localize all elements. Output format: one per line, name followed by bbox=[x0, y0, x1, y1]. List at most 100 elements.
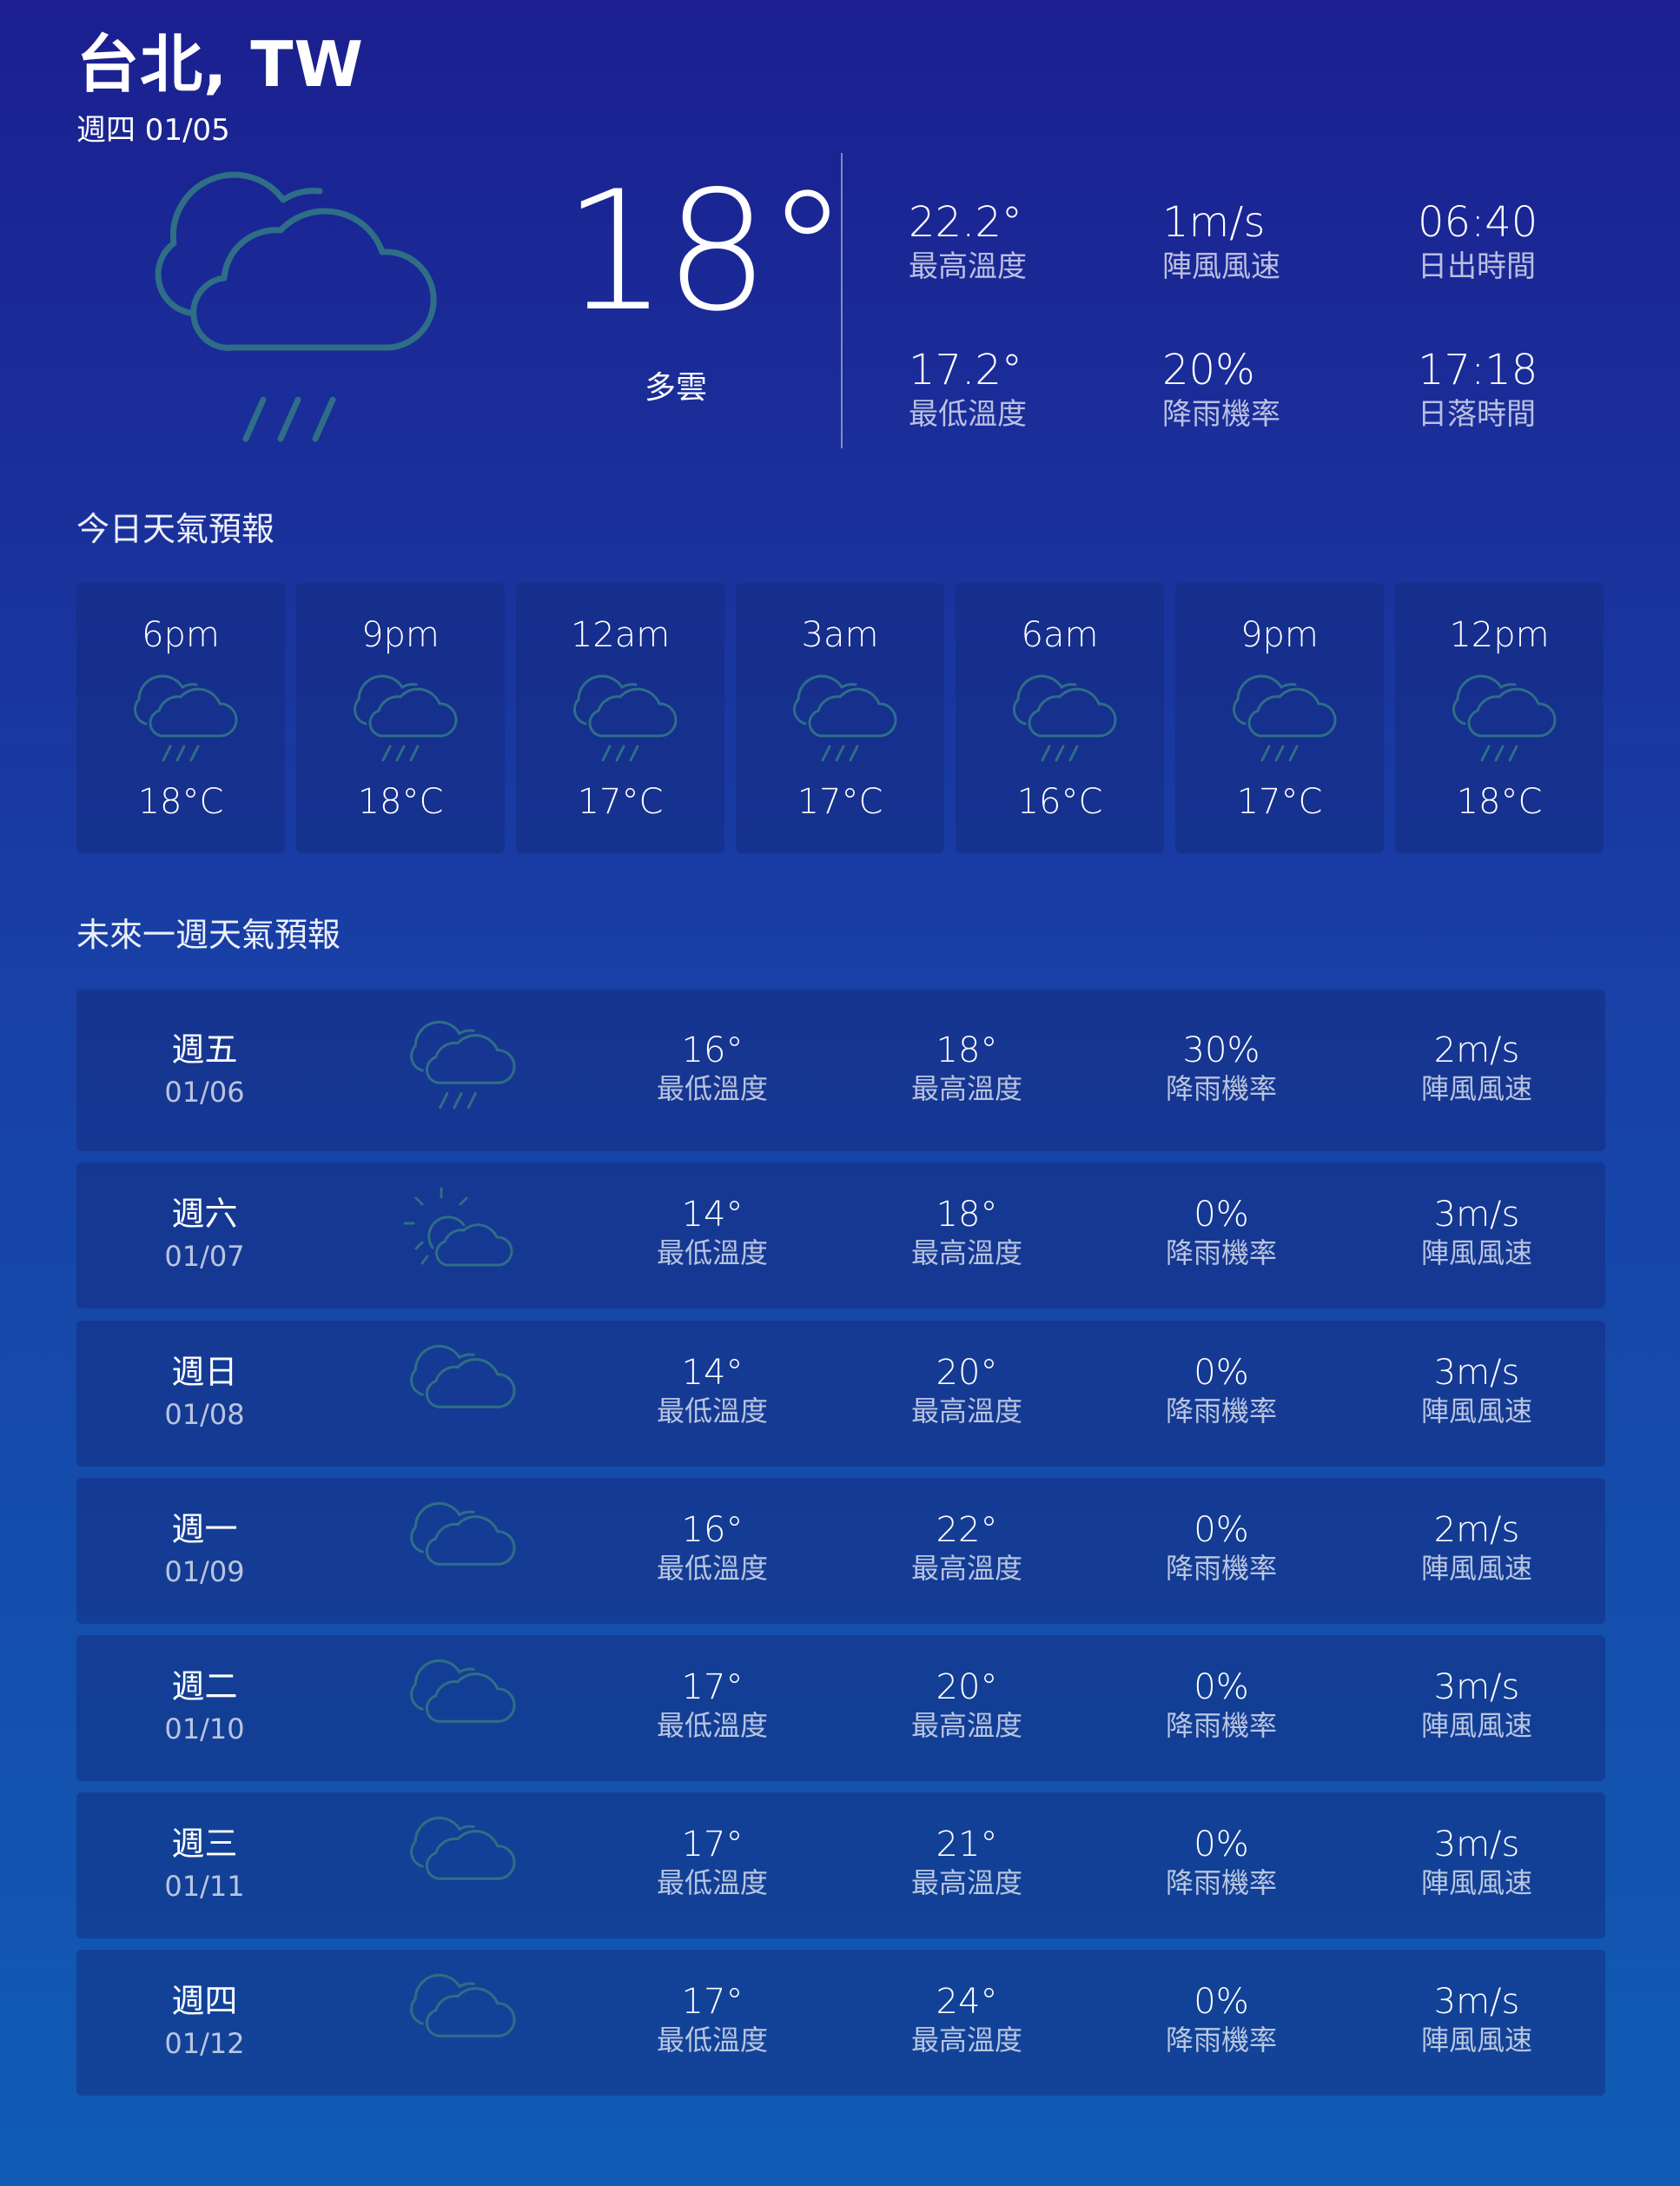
current-date: 週四 01/05 bbox=[76, 113, 230, 148]
stat-sunset: 17:18 日落時間 bbox=[1418, 346, 1661, 433]
week-row: 週六 01/07 14° 最低溫度 18° 最高溫度 0% 降雨機率 3m/s … bbox=[76, 1163, 1605, 1308]
week-day: 週日 bbox=[171, 1353, 238, 1391]
high-value: 21° bbox=[936, 1825, 998, 1865]
high-value: 22° bbox=[936, 1510, 998, 1550]
wind-label: 陣風風速 bbox=[1420, 1709, 1532, 1742]
wind-label: 陣風風速 bbox=[1420, 1236, 1532, 1269]
rain-label: 降雨機率 bbox=[1165, 1866, 1277, 1899]
low-value: 17° bbox=[681, 1825, 744, 1865]
cloud-rain-icon bbox=[1226, 673, 1337, 764]
cloud-rain-icon bbox=[403, 1017, 516, 1113]
week-row: 週二 01/10 17° 最低溫度 20° 最高溫度 0% 降雨機率 3m/s … bbox=[76, 1635, 1605, 1781]
hour-time: 9pm bbox=[1240, 615, 1319, 655]
week-low-temp: 17° 最低溫度 bbox=[617, 1981, 808, 2057]
stat-value: 22.2° bbox=[909, 198, 1022, 247]
high-label: 最高溫度 bbox=[910, 1709, 1022, 1742]
hourly-card: 12am 17°C bbox=[516, 583, 724, 853]
wind-value: 3m/s bbox=[1433, 1982, 1520, 2022]
cloud-rain-icon bbox=[347, 673, 458, 764]
cloud-rain-icon bbox=[566, 673, 678, 764]
rain-label: 降雨機率 bbox=[1165, 1236, 1277, 1269]
cloud-rain-icon bbox=[786, 673, 897, 764]
hour-time: 6am bbox=[1021, 615, 1099, 655]
current-condition: 多雲 bbox=[644, 370, 707, 406]
cloud-rain-icon bbox=[127, 673, 238, 764]
rain-value: 0% bbox=[1194, 1667, 1249, 1707]
week-high-temp: 20° 最高溫度 bbox=[871, 1666, 1062, 1743]
rain-value: 0% bbox=[1194, 1195, 1249, 1235]
week-day: 週一 bbox=[171, 1510, 238, 1548]
wind-value: 3m/s bbox=[1433, 1667, 1520, 1707]
week-low-temp: 16° 最低溫度 bbox=[617, 1509, 808, 1586]
cloud-rain-icon bbox=[1445, 673, 1557, 764]
current-temperature: 18° bbox=[563, 156, 849, 348]
low-label: 最低溫度 bbox=[656, 1866, 768, 1899]
week-row: 週一 01/09 16° 最低溫度 22° 最高溫度 0% 降雨機率 2m/s … bbox=[76, 1478, 1605, 1624]
stat-label: 日出時間 bbox=[1418, 249, 1536, 284]
stat-value: 17:18 bbox=[1418, 346, 1538, 394]
wind-label: 陣風風速 bbox=[1420, 1072, 1532, 1105]
stat-label: 陣風風速 bbox=[1162, 249, 1280, 284]
today-forecast-title: 今日天氣預報 bbox=[76, 510, 275, 548]
high-label: 最高溫度 bbox=[910, 1072, 1022, 1105]
week-date: 01/06 bbox=[164, 1076, 245, 1109]
week-date: 01/08 bbox=[164, 1398, 245, 1431]
wind-value: 3m/s bbox=[1433, 1825, 1520, 1865]
hour-temp: 16°C bbox=[1016, 782, 1103, 822]
stat-gust-speed: 1m/s 陣風風速 bbox=[1162, 198, 1406, 285]
week-low-temp: 17° 最低溫度 bbox=[617, 1666, 808, 1743]
week-row: 週五 01/06 16° 最低溫度 18° 最高溫度 30% 降雨機率 2m/s… bbox=[76, 990, 1605, 1151]
low-label: 最低溫度 bbox=[656, 1072, 768, 1105]
low-label: 最低溫度 bbox=[656, 2024, 768, 2057]
hourly-card: 9pm 17°C bbox=[1175, 583, 1384, 853]
rain-value: 0% bbox=[1194, 1510, 1249, 1550]
wind-label: 陣風風速 bbox=[1420, 1866, 1532, 1899]
week-rain-chance: 0% 降雨機率 bbox=[1126, 1824, 1317, 1900]
week-date: 01/10 bbox=[164, 1712, 245, 1745]
hour-temp: 18°C bbox=[357, 782, 444, 822]
cloud-icon bbox=[403, 1341, 516, 1437]
week-gust-speed: 2m/s 陣風風速 bbox=[1381, 1509, 1572, 1586]
rain-label: 降雨機率 bbox=[1165, 1552, 1277, 1585]
week-rain-chance: 30% 降雨機率 bbox=[1126, 1030, 1317, 1106]
week-rain-chance: 0% 降雨機率 bbox=[1126, 1981, 1317, 2057]
cloud-icon bbox=[403, 1971, 516, 2066]
cloud-icon bbox=[403, 1499, 516, 1594]
hour-time: 6pm bbox=[142, 615, 220, 655]
wind-value: 3m/s bbox=[1433, 1353, 1520, 1393]
stat-rain-chance: 20% 降雨機率 bbox=[1162, 346, 1406, 433]
low-value: 16° bbox=[681, 1510, 744, 1550]
vertical-divider bbox=[841, 153, 843, 448]
wind-label: 陣風風速 bbox=[1420, 1394, 1532, 1428]
rain-label: 降雨機率 bbox=[1165, 1072, 1277, 1105]
low-label: 最低溫度 bbox=[656, 1709, 768, 1742]
hour-time: 12am bbox=[570, 615, 671, 655]
weather-page: 台北, TW 週四 01/05 18° 多雲 22.2° 最高溫度 1m/s 陣… bbox=[76, 0, 1605, 2186]
current-stats: 22.2° 最高溫度 1m/s 陣風風速 06:40 日出時間 17.2° 最低… bbox=[909, 198, 1621, 459]
rain-value: 0% bbox=[1194, 1982, 1249, 2022]
stat-label: 日落時間 bbox=[1418, 397, 1536, 432]
cloud-rain-icon bbox=[137, 148, 437, 452]
low-value: 17° bbox=[681, 1667, 744, 1707]
wind-label: 陣風風速 bbox=[1420, 2024, 1532, 2057]
week-low-temp: 16° 最低溫度 bbox=[617, 1030, 808, 1106]
stat-value: 20% bbox=[1162, 346, 1255, 394]
week-date: 01/09 bbox=[164, 1555, 245, 1588]
hourly-card: 3am 17°C bbox=[736, 583, 944, 853]
week-gust-speed: 3m/s 陣風風速 bbox=[1381, 1194, 1572, 1270]
high-value: 18° bbox=[936, 1030, 998, 1070]
wind-value: 3m/s bbox=[1433, 1195, 1520, 1235]
city-title: 台北, TW bbox=[76, 28, 364, 101]
stat-high-temp: 22.2° 最高溫度 bbox=[909, 198, 1152, 285]
low-value: 16° bbox=[681, 1030, 744, 1070]
hour-time: 12pm bbox=[1449, 615, 1550, 655]
hourly-card: 12pm 18°C bbox=[1395, 583, 1604, 853]
week-date: 01/11 bbox=[164, 1870, 245, 1903]
hour-time: 9pm bbox=[361, 615, 440, 655]
cloud-rain-icon bbox=[1006, 673, 1117, 764]
low-value: 14° bbox=[681, 1353, 744, 1393]
week-high-temp: 21° 最高溫度 bbox=[871, 1824, 1062, 1900]
week-date: 01/12 bbox=[164, 2027, 245, 2060]
rain-value: 30% bbox=[1182, 1030, 1260, 1070]
week-high-temp: 24° 最高溫度 bbox=[871, 1981, 1062, 2057]
